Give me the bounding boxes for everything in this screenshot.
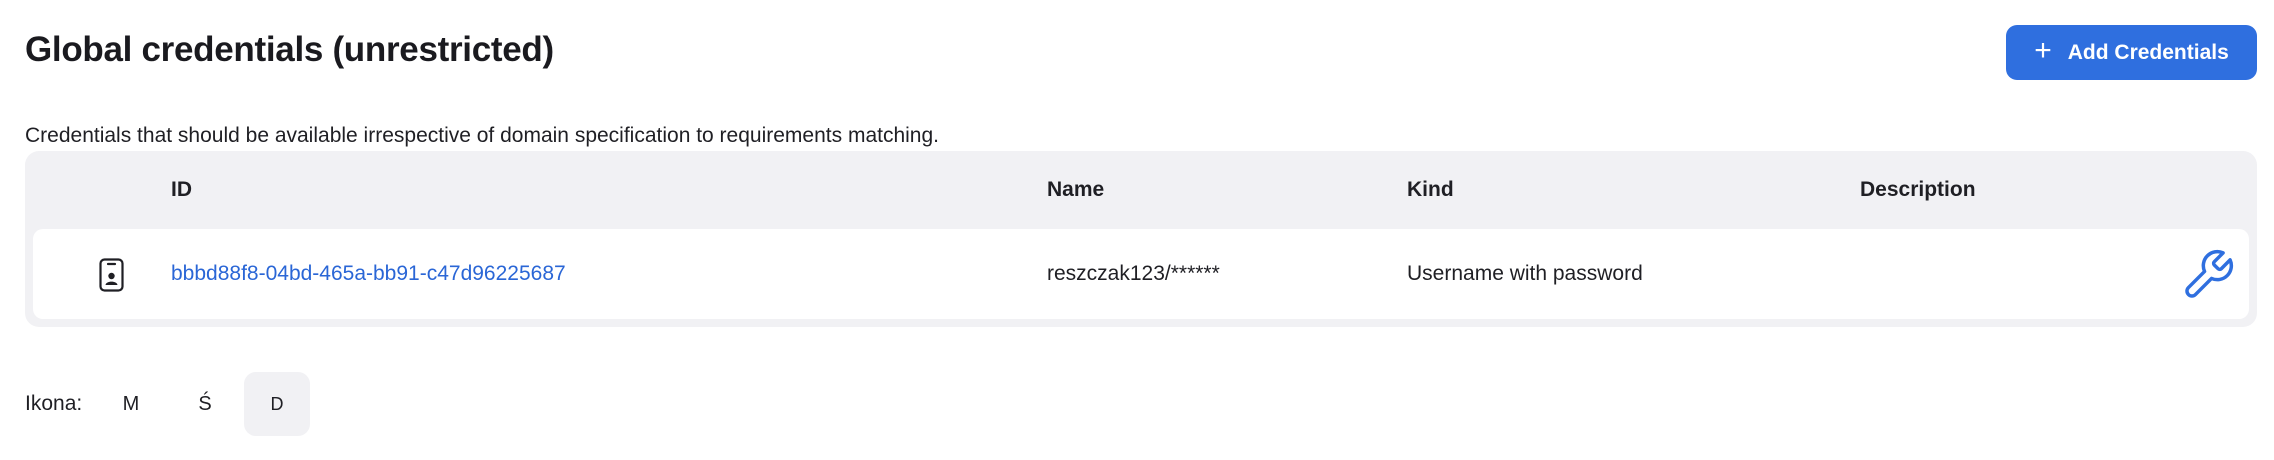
plus-icon: + bbox=[2034, 34, 2052, 67]
wrench-icon[interactable] bbox=[2180, 247, 2236, 303]
credential-kind: Username with password bbox=[1407, 262, 1643, 285]
add-credentials-label: Add Credentials bbox=[2067, 40, 2229, 64]
column-header-description: Description bbox=[1860, 178, 1976, 201]
table-row: bbbd88f8-04bd-465a-bb91-c47d96225687 res… bbox=[33, 229, 2249, 319]
icon-size-medium-button[interactable]: Ś bbox=[172, 372, 238, 436]
icon-size-small-button[interactable]: M bbox=[98, 372, 164, 436]
column-header-kind: Kind bbox=[1407, 178, 1454, 201]
icon-size-label: Ikona: bbox=[25, 392, 83, 415]
credential-card-icon bbox=[99, 258, 124, 292]
credentials-page: Global credentials (unrestricted) + Add … bbox=[0, 0, 2274, 460]
icon-size-large-button[interactable]: D bbox=[244, 372, 310, 436]
credential-name: reszczak123/****** bbox=[1047, 262, 1220, 285]
credential-id-link[interactable]: bbbd88f8-04bd-465a-bb91-c47d96225687 bbox=[171, 262, 566, 286]
column-header-id: ID bbox=[171, 178, 192, 201]
credentials-table: ID Name Kind Description bbbd88f8-04bd-4… bbox=[25, 151, 2257, 327]
page-title: Global credentials (unrestricted) bbox=[25, 30, 554, 69]
add-credentials-button[interactable]: + Add Credentials bbox=[2006, 25, 2257, 80]
page-description: Credentials that should be available irr… bbox=[25, 124, 939, 147]
column-header-name: Name bbox=[1047, 178, 1105, 201]
